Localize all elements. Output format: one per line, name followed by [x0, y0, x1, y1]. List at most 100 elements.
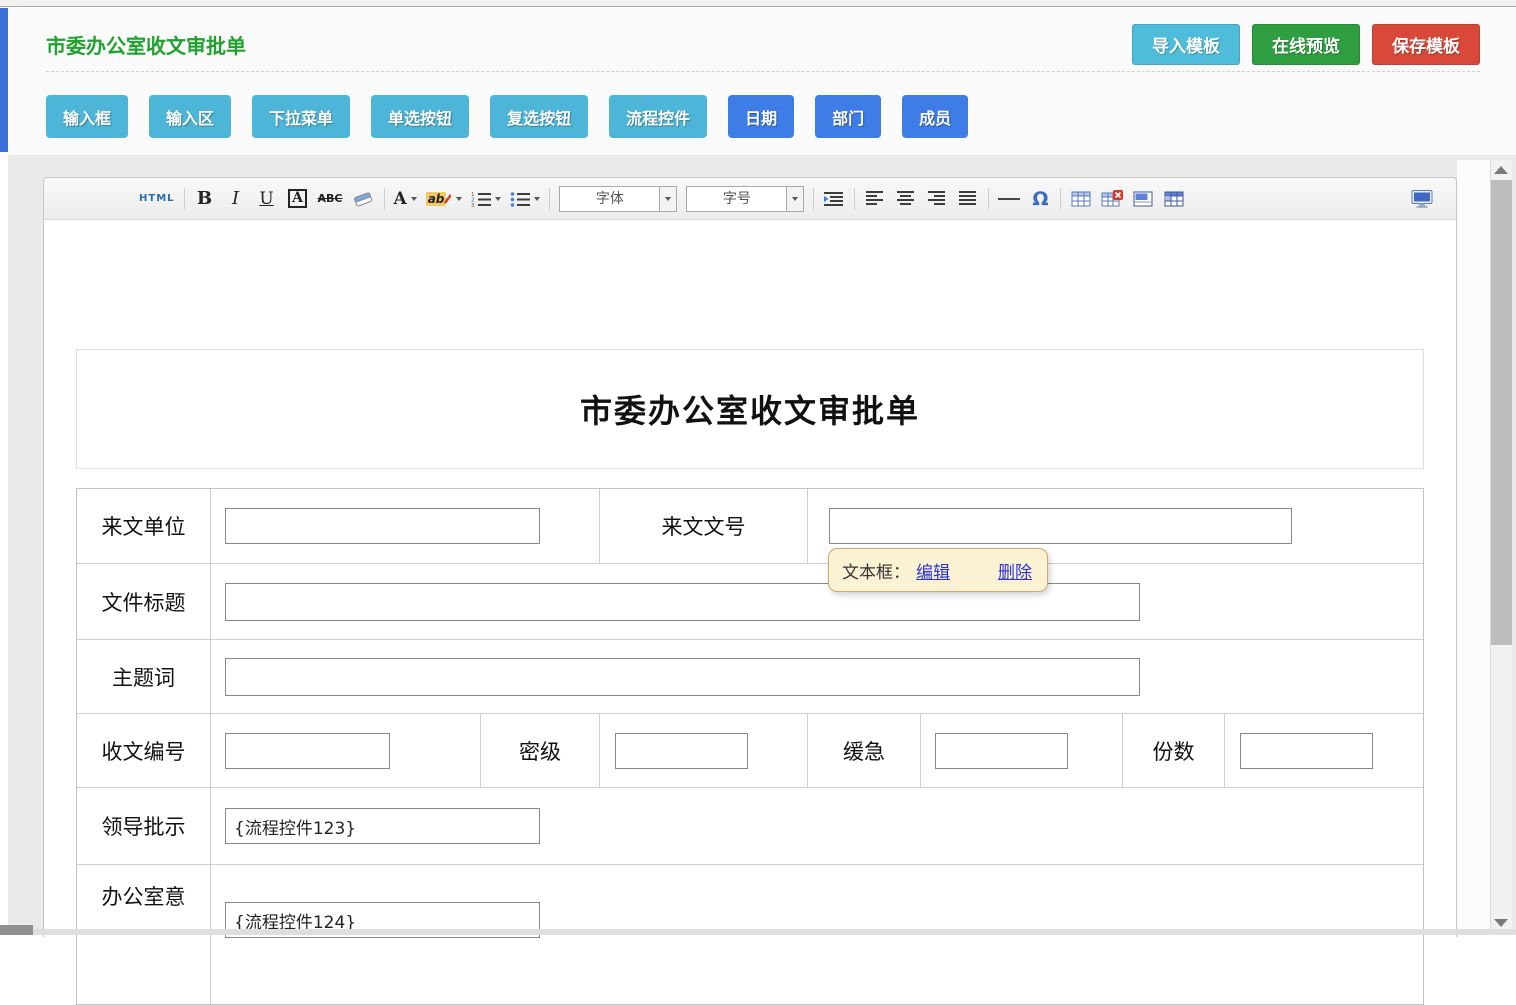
align-right-icon — [928, 191, 946, 206]
header: 市委办公室收文审批单 导入模板 在线预览 保存模板 输入框 输入区 下拉菜单 单… — [8, 8, 1516, 155]
doc-number-label: 来文文号 — [599, 489, 807, 563]
bold-button[interactable]: B — [194, 186, 216, 212]
insert-table-button[interactable] — [1070, 186, 1092, 212]
copies-label: 份数 — [1122, 714, 1224, 787]
editor-toolbar: HTML B I U A ABC A ab — [44, 178, 1456, 220]
editor-document-area[interactable]: 市委办公室收文审批单 来文单位 来文文号 文件标题 — [44, 221, 1456, 937]
caret-down-icon — [495, 197, 501, 201]
toolbar-separator — [384, 188, 385, 210]
source-unit-cell — [210, 489, 599, 563]
caret-down-icon — [456, 197, 462, 201]
pencil-icon — [443, 193, 452, 204]
delete-control-link[interactable]: 删除 — [998, 558, 1032, 583]
toolbar-separator — [813, 188, 814, 210]
doc-number-input[interactable] — [829, 508, 1292, 544]
align-left-icon — [866, 191, 884, 206]
unordered-list-button[interactable] — [510, 186, 540, 212]
subject-cell — [210, 640, 1423, 713]
urgency-input[interactable] — [935, 733, 1068, 769]
caret-down-icon — [534, 197, 540, 201]
insert-member-button[interactable]: 成员 — [902, 95, 968, 138]
font-family-dropdown-arrow[interactable] — [659, 187, 676, 211]
source-code-button[interactable]: HTML — [139, 186, 175, 212]
urgency-cell — [920, 714, 1122, 787]
ordered-list-button[interactable]: 1 2 3 — [471, 186, 501, 212]
font-size-dropdown-arrow[interactable] — [786, 187, 803, 211]
align-justify-icon — [959, 191, 977, 206]
font-size-select[interactable]: 字号 — [686, 186, 804, 212]
secrecy-input[interactable] — [615, 733, 748, 769]
editor-right-margin — [1457, 160, 1490, 935]
insert-textarea-button[interactable]: 输入区 — [149, 95, 231, 138]
delete-table-icon — [1101, 190, 1123, 208]
rich-text-editor: HTML B I U A ABC A ab — [43, 177, 1457, 937]
font-family-select[interactable]: 字体 — [559, 186, 677, 212]
align-left-button[interactable] — [864, 186, 886, 212]
scroll-down-arrow-icon[interactable] — [1494, 919, 1508, 927]
source-unit-input[interactable] — [225, 508, 540, 544]
leader-note-flow-control-input[interactable] — [225, 808, 540, 844]
online-preview-button[interactable]: 在线预览 — [1252, 24, 1360, 65]
eraser-icon — [352, 190, 375, 208]
font-size-value: 字号 — [687, 187, 786, 211]
doc-title-label: 文件标题 — [77, 564, 210, 639]
import-template-button[interactable]: 导入模板 — [1132, 24, 1240, 65]
font-family-value: 字体 — [560, 187, 659, 211]
control-tooltip: 文本框： 编辑 删除 — [828, 548, 1048, 592]
background-window-sliver — [0, 8, 8, 152]
table-row: 来文单位 来文文号 — [77, 489, 1423, 563]
document-title-block[interactable]: 市委办公室收文审批单 — [76, 349, 1424, 469]
delete-table-button[interactable] — [1101, 186, 1123, 212]
indent-button[interactable] — [823, 186, 845, 212]
receipt-no-cell — [210, 714, 480, 787]
insert-flow-control-button[interactable]: 流程控件 — [609, 95, 707, 138]
source-unit-label: 来文单位 — [77, 489, 210, 563]
cell-properties-button[interactable] — [1163, 186, 1185, 212]
receipt-no-input[interactable] — [225, 733, 390, 769]
window-top-edge — [0, 0, 1516, 7]
special-char-button[interactable]: Ω — [1029, 186, 1051, 212]
workspace: HTML B I U A ABC A ab — [8, 155, 1516, 935]
table-row: 主题词 — [77, 639, 1423, 713]
subject-input[interactable] — [225, 658, 1140, 696]
caret-down-icon — [411, 197, 417, 201]
insert-input-box-button[interactable]: 输入框 — [46, 95, 128, 138]
strikethrough-button[interactable]: ABC — [318, 186, 343, 212]
table-icon — [1071, 190, 1092, 208]
secrecy-cell — [599, 714, 807, 787]
document-title: 市委办公室收文审批单 — [580, 386, 920, 432]
header-divider — [46, 71, 1480, 72]
form-table: 来文单位 来文文号 文件标题 — [76, 488, 1424, 1005]
align-right-button[interactable] — [926, 186, 948, 212]
table-properties-button[interactable] — [1132, 186, 1154, 212]
leader-note-cell — [210, 788, 1423, 864]
toolbar-separator — [1060, 188, 1061, 210]
edit-control-link[interactable]: 编辑 — [916, 558, 950, 583]
fullscreen-button[interactable] — [1410, 186, 1434, 212]
align-justify-button[interactable] — [957, 186, 979, 212]
insert-dropdown-button[interactable]: 下拉菜单 — [252, 95, 350, 138]
doc-title-cell — [210, 564, 1423, 639]
align-center-button[interactable] — [895, 186, 917, 212]
format-block-button[interactable]: A — [287, 186, 309, 212]
copies-input[interactable] — [1240, 733, 1373, 769]
insert-date-button[interactable]: 日期 — [728, 95, 794, 138]
italic-button[interactable]: I — [225, 186, 247, 212]
remove-format-button[interactable] — [352, 186, 375, 212]
save-template-button[interactable]: 保存模板 — [1372, 24, 1480, 65]
font-color-button[interactable]: A — [394, 186, 417, 212]
highlight-color-button[interactable]: ab — [426, 186, 463, 212]
table-properties-icon — [1133, 190, 1154, 208]
underline-button[interactable]: U — [256, 186, 278, 212]
insert-checkbox-button[interactable]: 复选按钮 — [490, 95, 588, 138]
scroll-up-arrow-icon[interactable] — [1494, 166, 1508, 174]
horizontal-rule-button[interactable] — [998, 186, 1020, 212]
insert-radio-button[interactable]: 单选按钮 — [371, 95, 469, 138]
bottom-edge — [33, 929, 1516, 935]
vertical-scrollbar[interactable] — [1490, 160, 1512, 935]
toolbar-separator — [549, 188, 550, 210]
secrecy-label: 密级 — [480, 714, 599, 787]
scrollbar-thumb[interactable] — [1491, 180, 1512, 645]
insert-department-button[interactable]: 部门 — [815, 95, 881, 138]
cell-properties-icon — [1164, 190, 1185, 208]
